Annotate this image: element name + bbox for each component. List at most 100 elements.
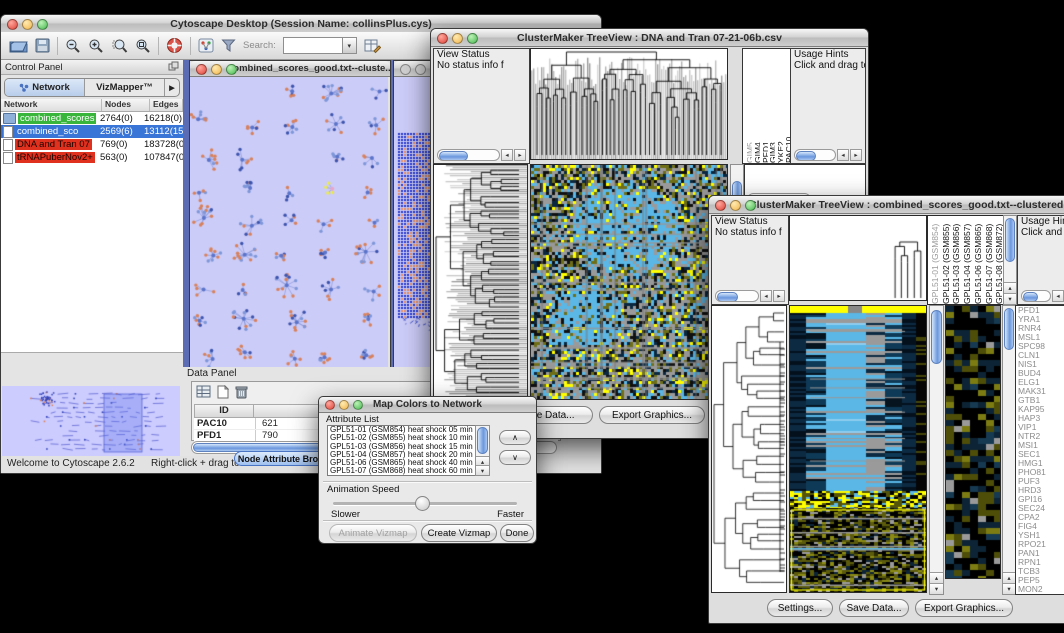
dialog-titlebar[interactable]: Map Colors to Network [319,397,536,413]
scroll-left-icon[interactable]: ◂ [501,149,513,161]
zoom-in-icon[interactable] [88,38,104,54]
scroll-left-icon[interactable]: ◂ [837,149,849,161]
scroll-down-icon[interactable]: ▾ [476,465,489,475]
column-label[interactable]: GIM4 [753,49,760,163]
scroll-right-icon[interactable]: ▸ [850,149,862,161]
column-label[interactable]: GPL51-02 (GSM855) [941,216,951,304]
attribute-list-scrollbar[interactable]: ▴ ▾ [475,425,490,476]
heatmap-vscrollbar[interactable]: ▴ ▾ [929,305,944,595]
network-table-row[interactable]: combined_sco 2569(6) 13112(15) [1,125,183,138]
column-dendrogram-canvas[interactable] [789,215,927,301]
close-icon[interactable] [437,33,448,44]
heatmap-canvas[interactable] [530,164,728,400]
minimize-icon[interactable] [730,200,741,211]
column-label[interactable]: YKE2 [776,49,783,163]
gene-label[interactable]: MON2 [1018,585,1064,594]
row-dendrogram-canvas[interactable] [711,305,787,593]
column-label[interactable]: GPL51-07 (GSM868) [984,216,994,304]
scrollbar-thumb[interactable] [1023,292,1038,302]
attribute-list[interactable]: GPL51-01 (GSM854) heat shock 05 minGPL51… [327,425,477,476]
heatmap-canvas[interactable] [789,305,927,593]
minimize-icon[interactable] [22,19,33,30]
scrollbar-track[interactable] [1021,290,1051,302]
scroll-down-icon[interactable]: ▾ [1004,293,1016,304]
column-label[interactable]: GIM3 [768,49,775,163]
scrollbar-thumb[interactable] [1004,308,1014,350]
attribute-list-item[interactable]: GPL51-07 (GSM868) heat shock 60 min [328,467,476,475]
zoom-window-icon[interactable] [467,33,478,44]
minimize-icon[interactable] [211,64,222,75]
labels-vscrollbar[interactable]: ▴ ▾ [1003,215,1017,305]
usage-hints-scrollbar[interactable]: ◂ ▸ [1021,290,1064,301]
network-view-1-titlebar[interactable]: combined_scores_good.txt--cluste... [190,61,390,77]
done-button[interactable]: Done [500,524,534,542]
new-attribute-icon[interactable] [217,385,229,402]
network-table-row[interactable]: combined_scores 2764(0) 16218(0) [1,112,183,125]
zoom-window-icon[interactable] [353,400,363,410]
zoom-selected-icon[interactable] [111,38,128,54]
window-controls[interactable] [7,19,48,30]
scrollbar-track[interactable] [437,149,500,161]
gene-list-vscrollbar[interactable]: ▴ ▾ [1002,305,1016,595]
scrollbar-thumb[interactable] [717,292,738,302]
search-input[interactable]: ▾ [283,37,357,54]
view-status-scrollbar[interactable]: ◂ ▸ [715,290,785,301]
attribute-browser-icon[interactable] [364,38,381,54]
column-label[interactable]: GPL51-01 (GSM854) [930,216,940,304]
move-down-button[interactable]: ∨ [499,450,531,465]
scroll-down-icon[interactable]: ▾ [1003,583,1015,594]
scroll-up-icon[interactable]: ▴ [930,572,943,583]
network-table-row[interactable]: tRNAPuberNov2+ 563(0) 107847(0) [1,151,183,164]
zoom-out-icon[interactable] [65,38,81,54]
scrollbar-thumb[interactable] [931,310,942,364]
help-icon[interactable] [166,37,183,54]
export-graphics-button[interactable]: Export Graphics... [915,599,1013,617]
zoom-window-icon[interactable] [37,19,48,30]
minimize-icon[interactable] [339,400,349,410]
scroll-right-icon[interactable]: ▸ [773,290,785,302]
column-dendrogram-canvas[interactable] [530,48,728,160]
zoom-window-icon[interactable] [745,200,756,211]
network-view-icon[interactable] [198,38,214,53]
scroll-up-icon[interactable]: ▴ [1004,282,1016,293]
minimize-icon[interactable] [415,64,426,75]
scroll-up-icon[interactable]: ▴ [1003,572,1015,583]
close-icon[interactable] [400,64,411,75]
scroll-right-icon[interactable]: ▸ [514,149,526,161]
column-label[interactable]: PFD1 [761,49,768,163]
close-icon[interactable] [7,19,18,30]
zoom-fit-icon[interactable] [135,38,151,54]
create-vizmap-button[interactable]: Create Vizmap [421,524,497,542]
delete-attribute-icon[interactable] [235,385,248,402]
minimize-icon[interactable] [452,33,463,44]
save-data-button[interactable]: Save Data... [839,599,909,617]
view-status-scrollbar[interactable]: ◂ ▸ [437,149,526,160]
scrollbar-thumb[interactable] [796,151,816,161]
treeview1-titlebar[interactable]: ClusterMaker TreeView : DNA and Tran 07-… [431,29,868,47]
settings-button[interactable]: Settings... [767,599,833,617]
open-file-icon[interactable] [9,38,28,53]
tab-overflow-arrow[interactable]: ▶ [164,79,179,96]
scroll-left-icon[interactable]: ◂ [760,290,772,302]
scroll-left-icon[interactable]: ◂ [1052,290,1064,302]
column-label[interactable]: GPL51-06 (GSM865) [973,216,983,304]
export-graphics-button[interactable]: Export Graphics... [599,406,705,424]
usage-hints-scrollbar[interactable]: ◂ ▸ [794,149,862,160]
close-icon[interactable] [196,64,207,75]
scroll-down-icon[interactable]: ▾ [930,583,943,594]
secondary-heatmap-canvas[interactable] [945,305,1001,579]
scrollbar-track[interactable] [715,290,759,302]
tab-network[interactable]: Network [5,79,84,96]
scrollbar-thumb[interactable] [477,427,488,454]
move-up-button[interactable]: ∧ [499,430,531,445]
close-icon[interactable] [325,400,335,410]
treeview2-titlebar[interactable]: ClusterMaker TreeView : combined_scores_… [709,196,1064,214]
network-overview-panel[interactable] [2,386,180,456]
zoom-window-icon[interactable] [226,64,237,75]
column-label[interactable]: GPL51-03 (GSM856) [951,216,961,304]
save-icon[interactable] [35,38,50,53]
float-panel-icon[interactable] [168,61,179,74]
column-header[interactable]: Nodes [102,99,150,111]
filter-icon[interactable] [221,38,236,53]
scrollbar-track[interactable] [794,149,836,161]
